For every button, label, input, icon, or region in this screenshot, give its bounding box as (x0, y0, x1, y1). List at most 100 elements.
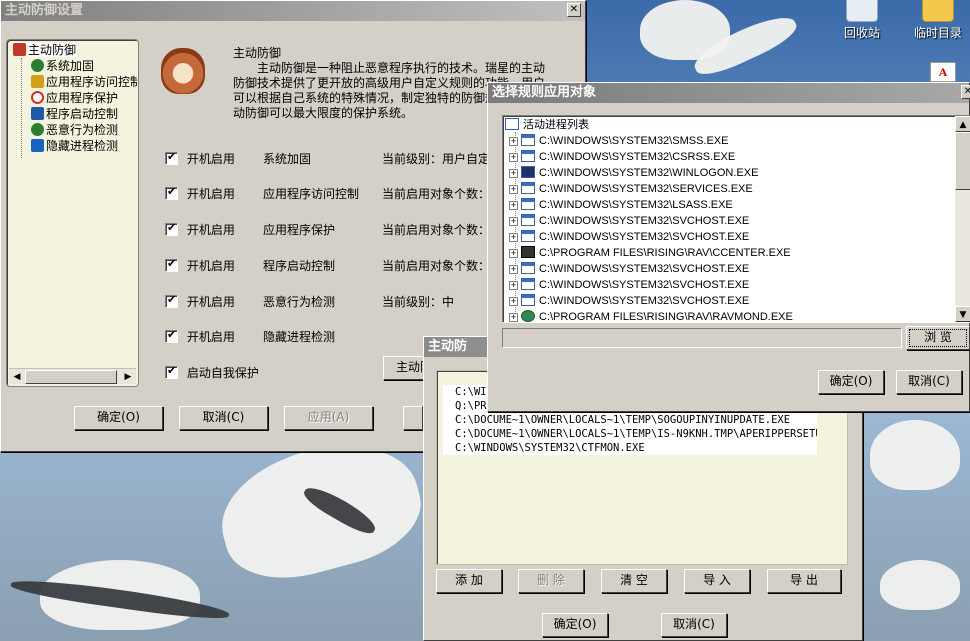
process-item[interactable]: + C:\WINDOWS\SYSTEM32\SVCHOST.EXE (509, 213, 749, 229)
expand-icon[interactable]: + (509, 217, 518, 226)
horizontal-scrollbar[interactable]: ◀ ▶ (9, 368, 136, 384)
tree-item-app-protection[interactable]: 应用程序保护 (31, 90, 118, 106)
expand-icon[interactable]: + (509, 233, 518, 242)
tree-item-app-access-control[interactable]: 应用程序访问控制 (31, 74, 138, 90)
clear-button[interactable]: 清 空 (601, 569, 667, 593)
list-item[interactable]: C:\DOCUME~1\OWNER\LOCALS~1\TEMP\IS-N9KNH… (443, 427, 817, 441)
boot-enable-checkbox[interactable] (165, 150, 178, 165)
expand-icon[interactable]: + (509, 249, 518, 258)
boot-enable-checkbox[interactable] (165, 257, 178, 272)
boot-enable-checkbox[interactable] (165, 221, 178, 236)
winlogon-icon (521, 166, 535, 178)
scroll-up-icon[interactable]: ▲ (955, 116, 970, 132)
expand-icon[interactable]: + (509, 313, 518, 322)
expand-icon[interactable]: + (509, 265, 518, 274)
font-file-icon[interactable]: A (930, 62, 956, 82)
selected-path-field[interactable] (502, 328, 902, 348)
boot-enable-checkbox[interactable] (165, 185, 178, 200)
process-item[interactable]: + C:\WINDOWS\SYSTEM32\WINLOGON.EXE (509, 165, 758, 181)
add-button[interactable]: 添 加 (436, 569, 502, 593)
window-icon (521, 214, 535, 226)
window-icon (521, 182, 535, 194)
ok-button[interactable]: 确定(O) (818, 370, 884, 394)
self-protect-checkbox[interactable] (165, 364, 178, 379)
process-path: C:\WINDOWS\SYSTEM32\CSRSS.EXE (539, 151, 736, 163)
close-icon[interactable]: ✕ (567, 3, 581, 17)
process-item[interactable]: + C:\WINDOWS\SYSTEM32\LSASS.EXE (509, 197, 733, 213)
import-button[interactable]: 导 入 (684, 569, 750, 593)
process-icon (31, 139, 44, 152)
scroll-thumb[interactable] (955, 132, 970, 190)
delete-button[interactable]: 删 除 (518, 569, 584, 593)
tree-item-system-hardening[interactable]: 系统加固 (31, 58, 94, 74)
boot-enable-checkbox[interactable] (165, 328, 178, 343)
window-title: 主动防御设置 (1, 1, 585, 21)
process-path: C:\WINDOWS\SYSTEM32\SVCHOST.EXE (539, 215, 750, 227)
checkbox-label: 开机启用 (186, 295, 235, 309)
process-item[interactable]: + C:\WINDOWS\SYSTEM32\SVCHOST.EXE (509, 261, 749, 277)
expand-icon[interactable]: + (509, 169, 518, 178)
export-button[interactable]: 导 出 (767, 569, 841, 593)
window-icon (521, 278, 535, 290)
process-item[interactable]: + C:\WINDOWS\SYSTEM32\SMSS.EXE (509, 133, 728, 149)
process-item[interactable]: + C:\WINDOWS\SYSTEM32\SVCHOST.EXE (509, 293, 749, 309)
process-tree[interactable]: 活动进程列表 + C:\WINDOWS\SYSTEM32\SMSS.EXE + C:… (502, 115, 970, 323)
browse-button[interactable]: 浏 览 (906, 326, 970, 350)
expand-icon[interactable]: + (509, 201, 518, 210)
tree-root-active-processes[interactable]: 活动进程列表 (505, 117, 589, 133)
settings-tree[interactable]: 主动防御 系统加固 应用程序访问控制 应用程序保护 程序启动控制 恶意行为检测 … (6, 39, 139, 387)
vertical-scrollbar[interactable]: ▲ ▼ (955, 116, 970, 322)
cancel-button[interactable]: 取消(C) (896, 370, 962, 394)
expand-icon[interactable]: + (509, 281, 518, 290)
process-item[interactable]: + C:\WINDOWS\SYSTEM32\SERVICES.EXE (509, 181, 753, 197)
tree-item-launch-control[interactable]: 程序启动控制 (31, 106, 118, 122)
tree-item-label: 程序启动控制 (46, 107, 119, 121)
tree-item-hidden-process[interactable]: 隐藏进程检测 (31, 138, 118, 154)
desktop-icon-temp-folder[interactable]: 临时目录 (908, 0, 968, 41)
scroll-right-icon[interactable]: ▶ (120, 369, 136, 385)
list-item[interactable]: C:\DOCUME~1\OWNER\LOCALS~1\TEMP\SOGOUPIN… (443, 413, 817, 427)
seagull-image (870, 420, 960, 490)
process-item[interactable]: + C:\PROGRAM FILES\RISING\RAV\CCENTER.EXE (509, 245, 791, 261)
scroll-down-icon[interactable]: ▼ (955, 306, 970, 322)
process-path: C:\PROGRAM FILES\RISING\RAV\RAVMOND.EXE (539, 311, 793, 323)
scroll-thumb[interactable] (25, 370, 117, 384)
expand-icon[interactable]: + (509, 185, 518, 194)
tree-item-label: 主动防御 (28, 43, 77, 57)
process-path: C:\WINDOWS\SYSTEM32\SVCHOST.EXE (539, 263, 750, 275)
cancel-button[interactable]: 取消(C) (661, 613, 727, 637)
ok-button[interactable]: 确定(O) (74, 406, 163, 430)
process-path: C:\WINDOWS\SYSTEM32\SVCHOST.EXE (539, 295, 750, 307)
cancel-button[interactable]: 取消(C) (179, 406, 268, 430)
ok-button[interactable]: 确定(O) (542, 613, 608, 637)
dialog-title: 选择规则应用对象 (488, 83, 969, 103)
seagull-image (880, 560, 960, 610)
module-row-hidden-process: 开机启用 隐藏进程检测 (165, 327, 335, 347)
apply-button[interactable]: 应用(A) (284, 406, 373, 430)
module-name: 恶意行为检测 (263, 295, 336, 309)
boot-enable-checkbox[interactable] (165, 293, 178, 308)
expand-icon[interactable]: + (509, 153, 518, 162)
module-name: 系统加固 (263, 152, 312, 166)
expand-icon[interactable]: + (509, 297, 518, 306)
scroll-left-icon[interactable]: ◀ (9, 369, 25, 385)
tree-item-malicious-behavior[interactable]: 恶意行为检测 (31, 122, 118, 138)
expand-icon[interactable]: + (509, 137, 518, 146)
window-icon (521, 230, 535, 242)
process-item[interactable]: + C:\PROGRAM FILES\RISING\RAV\RAVMOND.EXE (509, 309, 793, 323)
globe-icon (31, 59, 44, 72)
tree-root-label: 活动进程列表 (523, 119, 589, 131)
self-protect-label: 启动自我保护 (186, 366, 259, 380)
window-icon (31, 107, 44, 120)
rising-icon (521, 246, 535, 258)
process-item[interactable]: + C:\WINDOWS\SYSTEM32\SVCHOST.EXE (509, 277, 749, 293)
process-item[interactable]: + C:\WINDOWS\SYSTEM32\CSRSS.EXE (509, 149, 735, 165)
folder-icon (31, 75, 44, 88)
select-rule-target-dialog: 选择规则应用对象 ✕ 活动进程列表 + C:\WINDOWS\SYSTEM32\S… (487, 82, 970, 412)
partial-button[interactable] (403, 406, 423, 430)
desktop-icon-recycle-bin[interactable]: 回收站 (832, 0, 892, 41)
process-item[interactable]: + C:\WINDOWS\SYSTEM32\SVCHOST.EXE (509, 229, 749, 245)
close-icon[interactable]: ✕ (961, 85, 970, 99)
tree-item-active-defense[interactable]: 主动防御 (13, 42, 77, 58)
list-item[interactable]: C:\WINDOWS\SYSTEM32\CTFMON.EXE (443, 441, 817, 455)
